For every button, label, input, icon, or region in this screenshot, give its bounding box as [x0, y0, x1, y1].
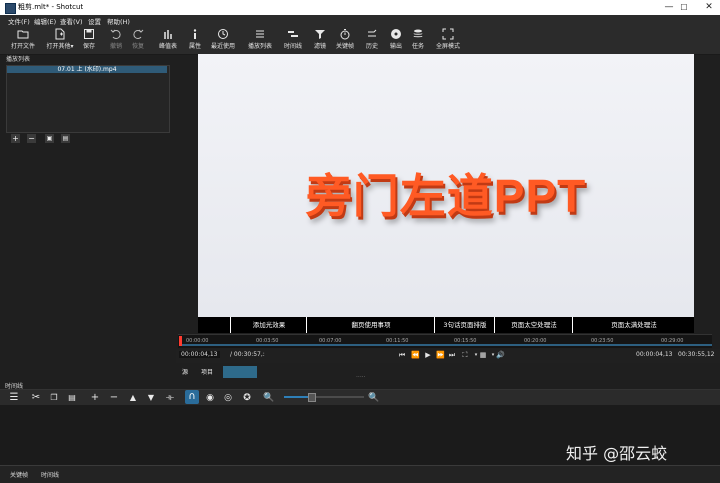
rewind-icon[interactable]: ⏪ [411, 351, 420, 360]
scrub-drag-icon[interactable]: ◉ [204, 392, 216, 404]
menu-file[interactable]: 文件(F) [8, 16, 30, 26]
stack-icon [413, 29, 423, 38]
info-icon [193, 29, 197, 39]
playlist-update-button[interactable]: ▣ [45, 134, 54, 143]
zoom-in-icon[interactable]: 🔍 [368, 392, 380, 404]
tab-source[interactable]: 源 [182, 367, 188, 376]
title-bar: 粗剪.mlt* - Shotcut — ☐ ✕ [0, 0, 720, 16]
fast-forward-icon[interactable]: ⏩ [436, 351, 445, 360]
zoom-out-icon[interactable]: 🔍 [263, 392, 275, 404]
out-point-timecode: 00:30:55,12 [678, 351, 715, 358]
duration-timecode: / 00:30:57,: [230, 351, 265, 358]
overwrite-icon[interactable]: ▼ [145, 392, 157, 404]
recent-button[interactable]: 最近使用 [205, 28, 241, 52]
tab-timeline[interactable]: 时间线 [41, 470, 59, 479]
menu-settings[interactable]: 设置 [88, 16, 101, 26]
chapter-item: 翻页使用事项 [306, 317, 435, 333]
volume-icon[interactable]: 🔊 [496, 351, 505, 360]
chapter-item: 3句话页面排版 [434, 317, 495, 333]
split-icon[interactable]: ⟛ [164, 392, 176, 404]
filter-icon [315, 30, 325, 39]
shotcut-app-icon [5, 3, 16, 14]
folder-icon [17, 30, 29, 39]
playlist-label: 播放列表 [247, 43, 272, 50]
chapter-item: 页面太满处理法 [572, 317, 695, 333]
append-icon[interactable]: + [89, 392, 101, 404]
chapter-item: 添加光效果 [230, 317, 307, 333]
copy-icon[interactable]: ❐ [48, 392, 60, 404]
video-brand-text: 旁门左道PPT [305, 170, 587, 222]
fullscreen-icon [442, 28, 454, 40]
skip-next-icon[interactable]: ⏭ [448, 351, 456, 360]
snap-magnet-icon[interactable]: ∩ [185, 390, 199, 404]
menu-help[interactable]: 帮助(H) [107, 16, 130, 26]
lift-icon[interactable]: ▲ [127, 392, 139, 404]
panel-splitter[interactable]: ····· [356, 374, 366, 381]
clock-icon [218, 29, 228, 39]
redo-icon [133, 29, 144, 39]
menu-icon[interactable]: ☰ [8, 392, 20, 404]
paste-icon[interactable]: ▤ [66, 392, 78, 404]
playlist-add-button[interactable]: + [11, 134, 20, 143]
main-toolbar: 打开文件 打开其他▾ 保存 撤销 恢复 峰值表 属性 最近使用 播放列表 时间线… [0, 26, 720, 55]
timeline-icon [288, 31, 298, 37]
playhead[interactable] [179, 336, 182, 346]
playlist-title: 播放列表 [6, 56, 31, 63]
list-icon [256, 30, 264, 38]
save-icon [84, 29, 94, 39]
menu-edit[interactable]: 编辑(E) [34, 16, 56, 26]
ripple-icon[interactable]: ◎ [222, 392, 234, 404]
playlist-remove-button[interactable]: − [27, 134, 36, 143]
transport-bar: 00:00:04,13 / 00:30:57,: ⏮ ⏪ ▶ ⏩ ⏭ ⛶ ▾ ▦… [176, 349, 720, 363]
open-other-icon [55, 28, 65, 40]
open-file-label: 打开文件 [10, 43, 35, 50]
window-title: 粗剪.mlt* - Shotcut [18, 3, 84, 11]
playlist-details-button[interactable]: ▤ [61, 134, 70, 143]
tab-project[interactable]: 项目 [201, 367, 213, 376]
in-point-timecode: 00:00:04,13 [636, 351, 673, 358]
close-button[interactable]: ✕ [694, 0, 720, 15]
scrub-bar[interactable] [181, 344, 712, 346]
playlist-button[interactable]: 播放列表 [242, 28, 278, 52]
open-file-button[interactable]: 打开文件 [5, 28, 41, 52]
zoom-fit-icon[interactable]: ⛶ [461, 351, 469, 360]
play-icon[interactable]: ▶ [424, 351, 432, 360]
playlist-header: 播放列表 [4, 54, 172, 63]
tab-active-highlight [223, 366, 257, 378]
playlist-list[interactable] [6, 65, 170, 133]
skip-previous-icon[interactable]: ⏮ [398, 351, 406, 360]
history-icon [368, 29, 377, 37]
chapter-item: 页面太空处理法 [494, 317, 573, 333]
recent-label: 最近使用 [210, 43, 235, 50]
peak-meter-icon [164, 30, 172, 39]
zoom-slider-handle[interactable] [308, 393, 316, 402]
bottom-tab-bar: 关键帧 时间线 [0, 465, 720, 483]
watermark-text: 知乎 @邵云蛟 [566, 444, 668, 463]
playlist-item[interactable]: 07.01 上 (水印).mp4 [7, 66, 167, 73]
menu-view[interactable]: 查看(V) [60, 16, 83, 26]
fullscreen-label: 全屏模式 [435, 43, 460, 50]
ripple-delete-icon[interactable]: − [108, 392, 120, 404]
fullscreen-button[interactable]: 全屏模式 [430, 28, 466, 52]
position-timecode[interactable]: 00:00:04,13 [179, 351, 220, 358]
stopwatch-icon [340, 29, 350, 40]
cut-icon[interactable]: ✂ [30, 392, 42, 404]
menu-bar: 文件(F) 编辑(E) 查看(V) 设置 帮助(H) [0, 15, 720, 26]
grid-icon[interactable]: ▦ [479, 351, 487, 360]
chapter-bar: 添加光效果 翻页使用事项 3句话页面排版 页面太空处理法 页面太满处理法 [198, 317, 694, 333]
ripple-all-icon[interactable]: ✪ [241, 392, 253, 404]
tab-keyframes[interactable]: 关键帧 [10, 470, 28, 479]
zoom-slider-fill [284, 396, 310, 398]
